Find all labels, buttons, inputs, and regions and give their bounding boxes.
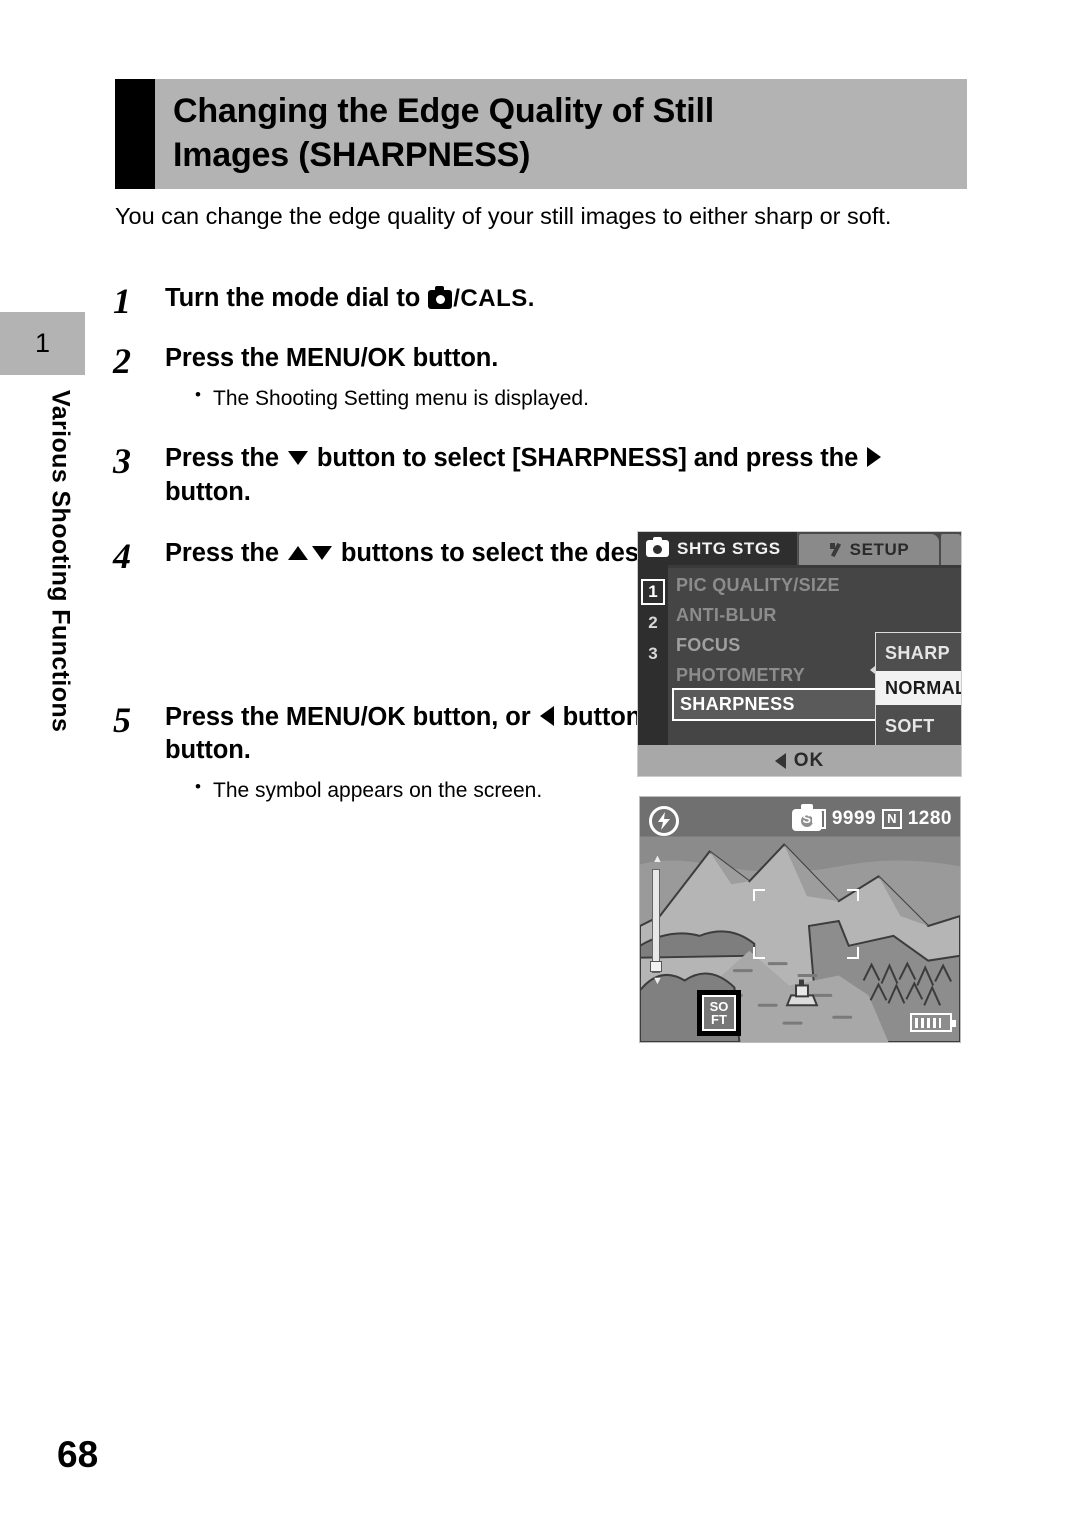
zoom-slider[interactable]: ▲ ▼	[650, 853, 663, 989]
header-accent-block	[115, 79, 155, 189]
battery-indicator	[910, 1013, 956, 1032]
tab-setup[interactable]: SETUP	[799, 534, 939, 565]
af-frame-corner	[847, 889, 859, 901]
dropdown-option-soft[interactable]: SOFT	[876, 709, 961, 743]
sharpness-dropdown: SHARP NORMAL SOFT	[875, 632, 961, 747]
lcd-tab-row: SHTG STGS SETUP	[638, 532, 961, 565]
triangle-left-icon	[774, 752, 786, 769]
flash-off-icon	[649, 806, 679, 836]
dropdown-option-sharp[interactable]: SHARP	[876, 636, 961, 670]
tab-stub	[941, 534, 961, 565]
page-title-line2: Images (SHARPNESS)	[173, 136, 531, 174]
camera-mode-icon	[428, 286, 453, 309]
step-text-fragment: Press the	[165, 538, 279, 567]
step-text-fragment: Press the	[165, 443, 279, 472]
page-header: Changing the Edge Quality of Still Image…	[115, 79, 967, 189]
step-text: Press the MENU/OK button.	[165, 343, 499, 372]
step-number: 4	[113, 535, 131, 576]
lcd-live-view-screenshot: SD 9999 N 1280 ▲ ▼ SO FT	[639, 796, 961, 1043]
chapter-tab-number: 1	[34, 328, 51, 358]
flash-bolt-icon	[658, 812, 670, 830]
af-frame-corner	[753, 889, 765, 901]
triangle-down-icon	[287, 450, 308, 465]
step-text: Turn the mode dial to /CALS.	[165, 282, 973, 316]
battery-level-fill	[915, 1017, 941, 1028]
step-text: Press the button to select [SHARPNESS] a…	[165, 442, 973, 510]
triangle-left-icon	[539, 705, 554, 726]
landscape-illustration	[640, 797, 960, 1042]
soft-symbol-line2: FT	[711, 1012, 727, 1027]
page-title-line1: Changing the Edge Quality of Still	[173, 92, 714, 131]
page-number: 68	[57, 1434, 99, 1475]
lcd-menu-screenshot: SHTG STGS SETUP 1 2 3 PIC QUALITY/SIZE A…	[637, 531, 962, 777]
header-bar: Changing the Edge Quality of Still Image…	[155, 79, 967, 189]
tab-shooting-label: SHTG STGS	[677, 538, 781, 558]
sharpness-soft-symbol: SO FT	[697, 990, 741, 1036]
image-size: 1280	[907, 808, 952, 829]
chapter-title-vertical: Various Shooting Functions	[39, 390, 81, 830]
step-item: 3 Press the button to select [SHARPNESS]…	[113, 442, 973, 510]
quality-badge: N	[882, 808, 902, 830]
sharpness-soft-symbol-inner: SO FT	[702, 995, 736, 1031]
af-frame-corner	[847, 947, 859, 959]
tab-shooting-settings[interactable]: SHTG STGS	[638, 532, 798, 565]
shots-remaining: 9999	[831, 808, 877, 829]
chapter-title-text: Various Shooting Functions	[46, 390, 75, 733]
wrench-icon	[829, 542, 843, 557]
triangle-right-icon	[867, 446, 882, 467]
step-text-fragment: Turn the mode dial to	[165, 284, 421, 312]
zoom-tele-icon: ▲	[652, 853, 663, 865]
menu-item-anti-blur[interactable]: ANTI-BLUR	[676, 600, 906, 630]
triangle-down-icon	[311, 545, 332, 560]
page-marker-3[interactable]: 3	[641, 641, 665, 667]
step-number: 2	[113, 340, 131, 381]
zoom-track	[652, 869, 660, 973]
step-body: Press the MENU/OK button. The Shooting S…	[165, 342, 973, 413]
page-title: Changing the Edge Quality of Still Image…	[173, 90, 714, 177]
camera-icon	[646, 537, 669, 557]
af-frame-corner	[753, 947, 765, 959]
page-marker-1[interactable]: 1	[641, 579, 665, 605]
tab-setup-label: SETUP	[849, 539, 910, 559]
step-number: 1	[113, 281, 131, 321]
lcd-footer-ok-label: OK	[793, 749, 825, 771]
menu-item-pic-quality[interactable]: PIC QUALITY/SIZE	[676, 570, 906, 600]
step-body: Press the button to select [SHARPNESS] a…	[165, 442, 973, 510]
dropdown-option-normal[interactable]: NORMAL	[876, 671, 961, 705]
step-text-fragment-after: /CALS.	[453, 285, 535, 312]
page-marker-2[interactable]: 2	[641, 610, 665, 636]
lcd-page-markers: 1 2 3	[638, 565, 668, 747]
menu-item-focus[interactable]: FOCUS	[676, 630, 906, 660]
step-note: The Shooting Setting menu is displayed.	[165, 384, 973, 413]
step-text-fragment: Press the MENU/OK button, or	[165, 702, 531, 731]
step-item: 1 Turn the mode dial to /CALS.	[113, 282, 973, 320]
triangle-up-icon	[287, 545, 308, 560]
zoom-wide-icon: ▼	[652, 975, 663, 987]
intro-paragraph: You can change the edge quality of your …	[115, 203, 892, 229]
step-number: 3	[113, 440, 131, 481]
step-number: 5	[113, 699, 131, 740]
menu-item-sharpness-label: SHARPNESS	[680, 694, 795, 714]
lcd-footer-bar: OK	[638, 745, 961, 776]
step-body: Turn the mode dial to /CALS.	[165, 282, 973, 316]
step-text-fragment: button to select [SHARPNESS] and press t…	[316, 443, 859, 472]
live-status-indicators: SD 9999 N 1280	[797, 808, 952, 830]
step-item: 2 Press the MENU/OK button. The Shooting…	[113, 342, 973, 413]
sd-card-badge: SD	[797, 808, 826, 830]
manual-page: 1 Various Shooting Functions Changing th…	[0, 0, 1080, 1528]
step-text-fragment: button.	[165, 477, 251, 506]
chapter-tab: 1	[0, 312, 85, 375]
zoom-knob[interactable]	[650, 961, 662, 972]
